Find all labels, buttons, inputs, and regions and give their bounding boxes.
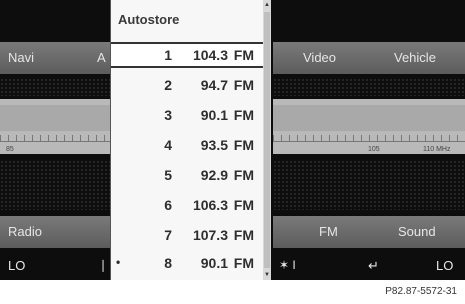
station-number: 7 xyxy=(164,227,172,243)
station-list-item[interactable]: 5 92.9 FM xyxy=(111,162,264,188)
tab-partial[interactable]: A xyxy=(97,50,106,65)
station-number: 2 xyxy=(164,77,172,93)
main-menu-right: Video Vehicle xyxy=(273,42,465,74)
station-band: FM xyxy=(233,137,254,153)
station-band: FM xyxy=(233,255,254,271)
list-scrollbar[interactable]: ▲ ▼ xyxy=(263,0,271,280)
station-frequency: 107.3 xyxy=(192,227,228,243)
temperature-left: LO xyxy=(8,258,26,273)
figure-reference: P82.87-5572-31 xyxy=(385,286,457,297)
station-band: FM xyxy=(233,167,254,183)
station-frequency: 93.5 xyxy=(200,137,228,153)
scale-label: 110 MHz xyxy=(423,146,451,153)
scroll-up-icon[interactable]: ▲ xyxy=(263,2,271,8)
fan-speed: ✶ I xyxy=(279,258,296,272)
station-frequency: 90.1 xyxy=(200,255,228,271)
frequency-scale-left: 85 xyxy=(0,99,110,154)
station-number: 6 xyxy=(164,197,172,213)
seat-icon: ↵ xyxy=(368,258,379,273)
station-band: FM xyxy=(233,227,254,243)
station-list-item[interactable]: 7 107.3 FM xyxy=(111,222,264,248)
tab-vehicle[interactable]: Vehicle xyxy=(394,50,436,65)
climate-status-left: LO ❘ xyxy=(0,250,110,280)
scroll-thumb[interactable] xyxy=(264,12,270,268)
menu-fm[interactable]: FM xyxy=(319,224,338,239)
station-frequency: 90.1 xyxy=(200,107,228,123)
temperature-right: LO xyxy=(436,258,454,273)
radio-menu-right: FM Sound xyxy=(273,216,465,248)
frequency-ticks xyxy=(273,135,465,142)
scroll-down-icon[interactable]: ▼ xyxy=(263,272,271,278)
station-number: 1 xyxy=(164,47,172,63)
station-list-item[interactable]: 3 90.1 FM xyxy=(111,102,264,128)
pattern-area xyxy=(273,78,465,96)
station-frequency: 92.9 xyxy=(200,167,228,183)
station-band: FM xyxy=(233,197,254,213)
pattern-area xyxy=(0,160,110,210)
tab-video[interactable]: Video xyxy=(303,50,336,65)
station-list-item[interactable]: 6 106.3 FM xyxy=(111,192,264,218)
station-number: 3 xyxy=(164,107,172,123)
station-list-item[interactable]: 1 104.3 FM xyxy=(111,42,264,68)
station-band: FM xyxy=(233,107,254,123)
frequency-display xyxy=(273,105,465,131)
main-menu-left: Navi A xyxy=(0,42,110,74)
radio-menu-left: Radio xyxy=(0,216,110,248)
station-band: FM xyxy=(233,77,254,93)
popup-title: Autostore xyxy=(118,12,180,27)
station-active-bullet: • xyxy=(116,255,121,269)
pattern-area xyxy=(273,160,465,210)
station-frequency: 104.3 xyxy=(192,47,228,63)
frequency-display xyxy=(0,105,110,131)
station-band: FM xyxy=(233,47,254,63)
frequency-scale-right: 105 110 MHz xyxy=(273,99,465,154)
frequency-ticks xyxy=(0,135,110,142)
scale-label: 105 xyxy=(368,146,380,153)
station-list-item[interactable]: • 8 90.1 FM xyxy=(111,250,264,276)
menu-radio[interactable]: Radio xyxy=(8,224,42,239)
autostore-list-popup: Autostore 1 104.3 FM 2 94.7 FM 3 90.1 FM 4 93.5 FM 5… xyxy=(110,0,264,280)
station-number: 5 xyxy=(164,167,172,183)
menu-sound[interactable]: Sound xyxy=(398,224,436,239)
station-frequency: 94.7 xyxy=(200,77,228,93)
station-frequency: 106.3 xyxy=(192,197,228,213)
pattern-area xyxy=(0,78,110,96)
station-list-item[interactable]: 4 93.5 FM xyxy=(111,132,264,158)
station-list-item[interactable]: 2 94.7 FM xyxy=(111,72,264,98)
station-number: 4 xyxy=(164,137,172,153)
head-unit-screen: Navi A Video Vehicle 85 105 110 MHz Radi… xyxy=(0,0,465,280)
climate-status-right: ✶ I ↵ LO xyxy=(273,250,465,280)
scale-label: 85 xyxy=(6,146,14,153)
seat-heat-icon: ❘ xyxy=(98,258,109,272)
station-number: 8 xyxy=(164,255,172,271)
tab-navi[interactable]: Navi xyxy=(8,50,34,65)
